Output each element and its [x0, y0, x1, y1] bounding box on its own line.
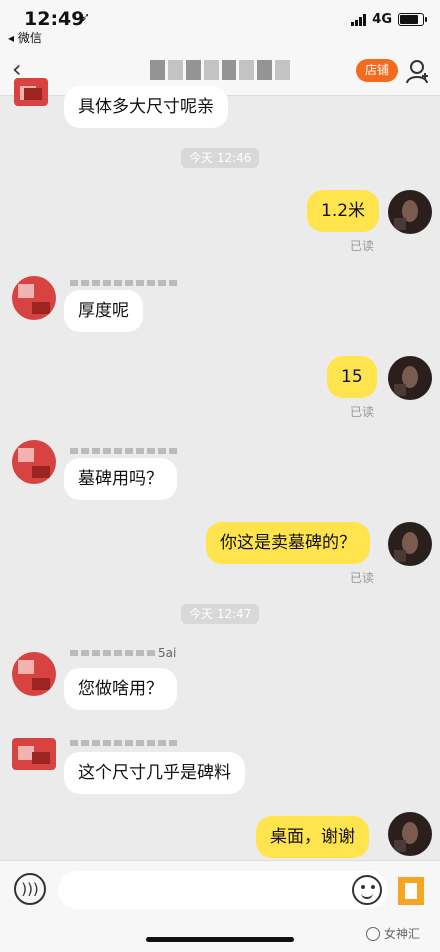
network-label: 4G [372, 12, 392, 27]
user-profile-icon[interactable] [404, 58, 430, 84]
read-status: 已读 [350, 571, 375, 585]
shop-nickname-partial: 5ai [70, 646, 176, 660]
message-bubble: 这个尺寸几乎是碑料 [64, 752, 245, 794]
status-indicators: 4G [351, 12, 427, 27]
watermark-logo-icon [366, 926, 380, 941]
message-bubble: 具体多大尺寸呢亲 [64, 86, 228, 128]
shop-nickname-obscured [70, 446, 177, 456]
timestamp: 今天 12:47 [181, 604, 260, 624]
more-actions-icon[interactable] [398, 877, 424, 905]
shop-nickname-obscured [70, 278, 177, 288]
battery-icon [398, 13, 427, 26]
user-avatar[interactable] [388, 812, 432, 856]
shop-button[interactable]: 店铺 [356, 59, 398, 82]
watermark: 女神汇 [366, 925, 420, 942]
timestamp: 今天 12:46 [181, 148, 260, 168]
shop-avatar[interactable] [12, 440, 56, 484]
read-status: 已读 [350, 405, 375, 419]
back-to-app-link[interactable]: ◂ 微信 [8, 29, 42, 46]
shop-avatar[interactable] [14, 78, 48, 106]
emoji-icon[interactable] [352, 875, 382, 905]
location-arrow-icon: ➶ [80, 10, 91, 24]
message-input[interactable] [58, 871, 388, 909]
message-bubble: 墓碑用吗？ [64, 458, 177, 500]
shop-avatar[interactable] [12, 652, 56, 696]
status-time: 12:49 [24, 8, 85, 30]
shop-avatar[interactable] [12, 738, 56, 770]
user-avatar[interactable] [388, 190, 432, 234]
shop-nickname-obscured [70, 738, 177, 748]
message-bubble: 厚度呢 [64, 290, 143, 332]
message-bubble: 你这是卖墓碑的？ [206, 522, 370, 564]
message-bubble: 桌面，谢谢 [256, 816, 369, 858]
home-indicator[interactable] [146, 937, 294, 942]
message-bubble: 您做啥用？ [64, 668, 177, 710]
read-status: 已读 [350, 239, 375, 253]
message-bubble: 15 [327, 356, 377, 398]
signal-icon [351, 13, 367, 26]
chat-title-obscured [150, 60, 290, 80]
user-avatar[interactable] [388, 356, 432, 400]
shop-avatar[interactable] [12, 276, 56, 320]
status-bar: 12:49 ➶ ◂ 微信 4G [0, 0, 440, 46]
user-avatar[interactable] [388, 522, 432, 566]
voice-icon[interactable]: ))) [14, 873, 46, 905]
message-bubble: 1.2米 [307, 190, 380, 232]
